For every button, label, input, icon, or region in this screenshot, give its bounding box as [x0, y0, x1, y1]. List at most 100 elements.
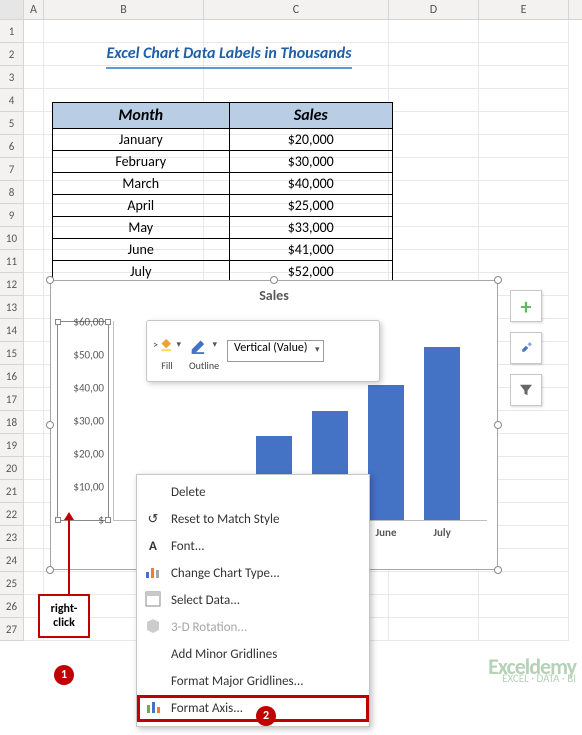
resize-handle[interactable]: [494, 421, 502, 429]
yaxis-tick: $: [98, 514, 104, 527]
data-table: Month Sales January$20,000 February$30,0…: [52, 102, 393, 283]
yaxis-tick: $50,00: [73, 348, 104, 361]
row-header[interactable]: 22: [0, 503, 24, 526]
axis-handle[interactable]: [105, 319, 111, 325]
row-header[interactable]: 19: [0, 434, 24, 457]
chart-type-icon: [143, 564, 163, 584]
table-row: May$33,000: [53, 217, 393, 239]
table-row: June$41,000: [53, 239, 393, 261]
plus-icon: +: [521, 293, 532, 320]
menu-3d-rotation: 3-D Rotation...: [137, 614, 369, 641]
vertical-value-axis[interactable]: $60,00 $50,00 $40,00 $30,00 $20,00 $10,0…: [57, 321, 109, 521]
chart-title[interactable]: Sales: [51, 281, 497, 304]
menu-add-minor-gridlines[interactable]: Add Minor Gridlines: [137, 641, 369, 668]
row-header[interactable]: 4: [0, 89, 24, 112]
row-header[interactable]: 13: [0, 296, 24, 319]
header-sales[interactable]: Sales: [229, 103, 393, 129]
resize-handle[interactable]: [494, 276, 502, 284]
menu-change-chart-type[interactable]: Change Chart Type...: [137, 560, 369, 587]
row-header[interactable]: 1: [0, 20, 24, 43]
menu-select-data[interactable]: Select Data...: [137, 587, 369, 614]
row-header[interactable]: 16: [0, 365, 24, 388]
yaxis-tick: $20,00: [73, 447, 104, 460]
row-header[interactable]: 25: [0, 572, 24, 595]
col-header-a[interactable]: A: [24, 0, 44, 19]
menu-format-axis[interactable]: Format Axis...: [137, 695, 369, 722]
bar-july[interactable]: [424, 347, 460, 520]
column-headers: A B C D E: [0, 0, 582, 20]
menu-delete[interactable]: Delete: [137, 479, 369, 506]
watermark-tag: EXCEL · DATA · BI: [488, 673, 576, 685]
filter-icon: [517, 381, 535, 399]
callout-line1: right-: [51, 602, 78, 616]
table-header-row: Month Sales: [53, 103, 393, 129]
menu-font[interactable]: A Font...: [137, 533, 369, 560]
axis-handle[interactable]: [55, 319, 61, 325]
row-header[interactable]: 5: [0, 112, 24, 135]
row-header[interactable]: 2: [0, 43, 24, 66]
row-header[interactable]: 6: [0, 135, 24, 158]
page-title: Excel Chart Data Labels in Thousands: [106, 44, 351, 69]
format-axis-icon: [143, 699, 163, 719]
bar-june[interactable]: [368, 385, 404, 520]
cube-icon: [143, 618, 163, 638]
axis-handle[interactable]: [55, 517, 61, 523]
resize-handle[interactable]: [270, 276, 278, 284]
annotation-arrow: [68, 520, 70, 594]
chart-styles-button[interactable]: [510, 332, 542, 364]
menu-reset-style[interactable]: ↺ Reset to Match Style: [137, 506, 369, 533]
outline-button[interactable]: Outline: [189, 331, 219, 372]
row-header[interactable]: 9: [0, 204, 24, 227]
row-header[interactable]: 7: [0, 158, 24, 181]
row-header[interactable]: 26: [0, 595, 24, 618]
resize-handle[interactable]: [46, 421, 54, 429]
row-header[interactable]: 10: [0, 227, 24, 250]
table-row: March$40,000: [53, 173, 393, 195]
col-header-c[interactable]: C: [204, 0, 389, 19]
select-data-icon: [143, 591, 163, 611]
row-header[interactable]: 14: [0, 319, 24, 342]
resize-handle[interactable]: [46, 276, 54, 284]
yaxis-tick: $10,00: [73, 480, 104, 493]
table-row: February$30,000: [53, 151, 393, 173]
row-header[interactable]: 12: [0, 273, 24, 296]
axis-selector-dropdown[interactable]: Vertical (Value): [227, 340, 324, 362]
brush-icon: [517, 339, 535, 357]
fill-label: Fill: [153, 359, 181, 372]
header-month[interactable]: Month: [53, 103, 230, 129]
axis-handle[interactable]: [105, 517, 111, 523]
step-badge-2: 2: [256, 706, 276, 726]
axis-selector-value: Vertical (Value): [234, 341, 307, 355]
col-header-e[interactable]: E: [479, 0, 569, 19]
resize-handle[interactable]: [494, 566, 502, 574]
row-header[interactable]: 11: [0, 250, 24, 273]
select-all-cell[interactable]: [0, 0, 24, 19]
chart-filter-button[interactable]: [510, 374, 542, 406]
row-header[interactable]: 17: [0, 388, 24, 411]
col-header-b[interactable]: B: [44, 0, 204, 19]
row-header[interactable]: 3: [0, 66, 24, 89]
chart-elements-button[interactable]: +: [510, 290, 542, 322]
table-row: April$25,000: [53, 195, 393, 217]
mini-toolbar: > Fill Outline Vertical (Value): [146, 320, 380, 382]
pen-icon: [189, 331, 217, 359]
row-header[interactable]: 8: [0, 181, 24, 204]
row-header[interactable]: 27: [0, 618, 24, 641]
outline-label: Outline: [189, 359, 219, 372]
row-header[interactable]: 20: [0, 457, 24, 480]
menu-format-major-gridlines[interactable]: Format Major Gridlines...: [137, 668, 369, 695]
col-header-d[interactable]: D: [389, 0, 479, 19]
chart-side-buttons: +: [510, 290, 542, 416]
resize-handle[interactable]: [46, 566, 54, 574]
row-header[interactable]: 15: [0, 342, 24, 365]
yaxis-tick: $60,00: [73, 316, 104, 329]
fill-button[interactable]: > Fill: [153, 331, 181, 372]
row-header[interactable]: 18: [0, 411, 24, 434]
paint-bucket-icon: >: [153, 331, 181, 359]
row-header[interactable]: 23: [0, 526, 24, 549]
row-header[interactable]: 21: [0, 480, 24, 503]
step-badge-1: 1: [54, 665, 74, 685]
row-header[interactable]: 24: [0, 549, 24, 572]
yaxis-tick: $40,00: [73, 381, 104, 394]
right-click-callout: right- click: [38, 594, 90, 638]
